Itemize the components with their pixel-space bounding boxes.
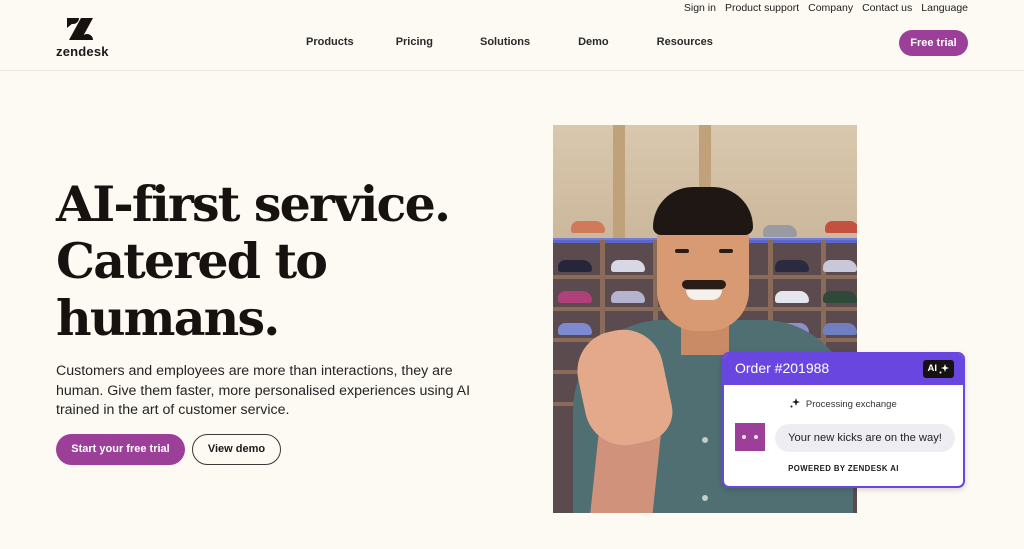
processing-text: Processing exchange: [805, 399, 897, 410]
image-eye: [675, 249, 689, 253]
headline-line-1: AI-first service.: [56, 175, 451, 233]
headline-line-2: Catered to: [56, 232, 328, 290]
nav-solutions[interactable]: Solutions: [480, 36, 530, 48]
bot-face-icon: [735, 423, 765, 451]
image-shoe: [775, 291, 809, 303]
main-nav: Products Pricing Solutions Demo Resource…: [306, 36, 713, 48]
image-shoe: [825, 221, 857, 233]
product-support-link[interactable]: Product support: [725, 2, 799, 14]
language-link[interactable]: Language: [921, 2, 968, 14]
start-free-trial-button[interactable]: Start your free trial: [56, 434, 185, 465]
image-mustache: [682, 280, 726, 289]
nav-pricing[interactable]: Pricing: [396, 36, 433, 48]
free-trial-button[interactable]: Free trial: [899, 30, 968, 56]
image-shirt-button: [702, 437, 708, 443]
nav-resources[interactable]: Resources: [657, 36, 713, 48]
view-demo-button[interactable]: View demo: [192, 434, 281, 465]
image-shoe: [558, 260, 592, 272]
image-shoe: [611, 291, 645, 303]
processing-status: Processing exchange: [724, 398, 963, 410]
image-shoe: [558, 291, 592, 303]
logo-wordmark: zendesk: [56, 44, 109, 59]
zendesk-logo[interactable]: zendesk: [56, 18, 109, 59]
hero-subtext: Customers and employees are more than in…: [56, 363, 471, 418]
chat-message-bubble: Your new kicks are on the way!: [775, 424, 955, 452]
hero-headline: AI-first service. Catered to humans.: [56, 175, 451, 347]
nav-demo[interactable]: Demo: [578, 36, 609, 48]
nav-products[interactable]: Products: [306, 36, 354, 48]
order-card: Order #201988 AI Processing exchange You…: [722, 352, 965, 488]
image-shoe: [823, 323, 857, 335]
sign-in-link[interactable]: Sign in: [684, 2, 716, 14]
zendesk-z-logo-icon: [67, 18, 93, 40]
site-header: zendesk Sign in Product support Company …: [0, 0, 1024, 71]
utility-nav: Sign in Product support Company Contact …: [684, 2, 968, 14]
image-shoe: [611, 260, 645, 272]
image-post: [613, 125, 625, 240]
sparkle-icon: [790, 398, 801, 408]
image-shirt-button: [702, 495, 708, 501]
image-eye: [719, 249, 733, 253]
ai-badge: AI: [922, 360, 954, 378]
company-link[interactable]: Company: [808, 2, 853, 14]
order-card-header: Order #201988 AI: [724, 354, 963, 385]
sparkle-icon: [939, 364, 949, 374]
headline-line-3: humans.: [56, 289, 280, 347]
order-title: Order #201988: [735, 360, 830, 376]
powered-by-label: POWERED BY ZENDESK AI: [788, 464, 899, 473]
contact-us-link[interactable]: Contact us: [862, 2, 912, 14]
image-smile: [686, 290, 722, 300]
image-shoe: [823, 260, 857, 272]
image-shoe: [823, 291, 857, 303]
image-shoe: [775, 260, 809, 272]
image-shoe: [763, 225, 797, 237]
ai-badge-label: AI: [927, 363, 938, 374]
image-shoe: [558, 323, 592, 335]
image-shoe: [571, 221, 605, 233]
